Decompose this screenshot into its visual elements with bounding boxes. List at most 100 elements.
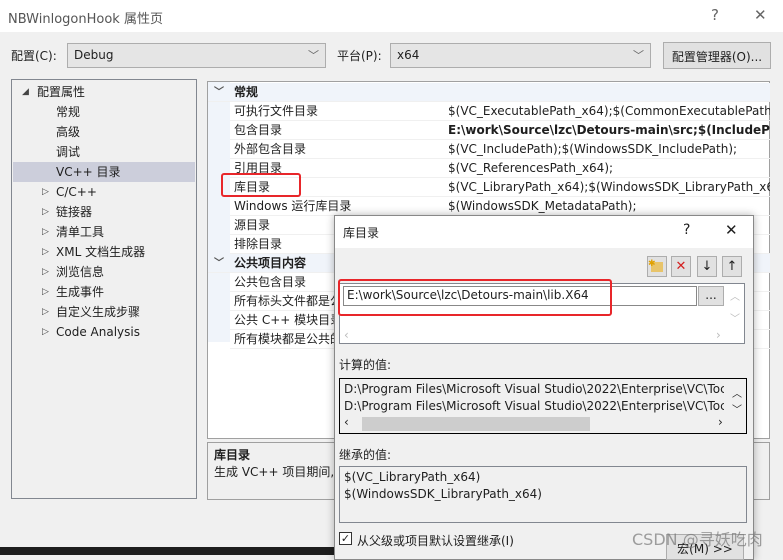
- tree-item[interactable]: 浏览信息: [56, 262, 104, 282]
- tree-item[interactable]: 高级: [56, 122, 80, 142]
- property-name: 源目录: [234, 218, 271, 232]
- taskbar-edge: [0, 547, 334, 555]
- config-label: 配置(C):: [11, 49, 57, 63]
- tree-item[interactable]: 常规: [56, 102, 80, 122]
- config-select[interactable]: Debug ﹀: [67, 43, 326, 68]
- property-value: $(WindowsSDK_MetadataPath);: [448, 199, 637, 213]
- tree-item[interactable]: Code Analysis: [56, 322, 140, 342]
- property-name: Windows 运行库目录: [234, 199, 352, 213]
- property-row[interactable]: 外部包含目录 $(VC_IncludePath);$(WindowsSDK_Inc…: [230, 140, 770, 159]
- scroll-left-icon[interactable]: ‹: [344, 328, 349, 342]
- scroll-up-icon[interactable]: ︿: [730, 288, 740, 303]
- property-value: $(VC_ReferencesPath_x64);: [448, 161, 614, 175]
- scroll-down-icon[interactable]: ﹀: [732, 401, 742, 416]
- new-line-button[interactable]: ✱: [647, 256, 667, 277]
- property-row[interactable]: 引用目录 $(VC_ReferencesPath_x64);: [230, 159, 770, 178]
- horizontal-scrollbar-thumb[interactable]: [362, 417, 590, 431]
- entry-highlight-box: [338, 279, 612, 316]
- tree-item[interactable]: 生成事件: [56, 282, 104, 302]
- chevron-down-icon: ﹀: [633, 49, 644, 62]
- tree-root[interactable]: 配置属性: [37, 82, 85, 102]
- config-value: Debug: [74, 48, 114, 62]
- property-value: $(VC_LibraryPath_x64);$(WindowsSDK_Libra…: [448, 180, 770, 194]
- property-row[interactable]: 包含目录 E:\work\Source\lzc\Detours-main\src;…: [230, 121, 770, 140]
- inherit-label: 从父级或项目默认设置继承(I): [357, 534, 514, 548]
- property-value: $(VC_ExecutablePath_x64);$(CommonExecuta…: [448, 104, 770, 118]
- evaluated-line: D:\Program Files\Microsoft Visual Studio…: [344, 399, 724, 413]
- collapse-icon[interactable]: ﹀: [214, 83, 224, 101]
- tree-item[interactable]: 调试: [56, 142, 80, 162]
- property-tree: ◢ 配置属性 常规 高级 调试 VC++ 目录 ▷ C/C++ ▷ 链接器 ▷ 清单工具 ▷ XML …: [11, 79, 197, 499]
- evaluated-list: D:\Program Files\Microsoft Visual Studio…: [339, 378, 747, 434]
- delete-button[interactable]: ✕: [671, 256, 691, 277]
- dialog-title-bar: 库目录 ? ✕: [335, 216, 753, 248]
- tree-item[interactable]: 自定义生成步骤: [56, 302, 140, 322]
- property-row[interactable]: 库目录 $(VC_LibraryPath_x64);$(WindowsSDK_Li…: [230, 178, 770, 197]
- expanded-icon: ◢: [22, 87, 29, 97]
- evaluated-label: 计算的值:: [339, 358, 392, 372]
- property-value: $(VC_IncludePath);$(WindowsSDK_IncludePa…: [448, 142, 738, 156]
- inherited-list: $(VC_LibraryPath_x64) $(WindowsSDK_Libra…: [339, 466, 747, 523]
- inherited-line: $(VC_LibraryPath_x64): [344, 470, 481, 484]
- property-name: 公共包含目录: [234, 275, 307, 289]
- expand-icon[interactable]: ▷: [42, 327, 49, 337]
- property-name: 包含目录: [234, 123, 283, 137]
- browse-button[interactable]: ...: [698, 286, 724, 306]
- inherited-label: 继承的值:: [339, 448, 392, 462]
- property-name: 外部包含目录: [234, 142, 307, 156]
- title-bar: NBWinlogonHook 属性页 ? ✕: [0, 0, 783, 32]
- tree-item[interactable]: 链接器: [56, 202, 92, 222]
- chevron-down-icon: ﹀: [308, 49, 319, 62]
- dialog-close-button[interactable]: ✕: [725, 221, 738, 239]
- property-value: E:\work\Source\lzc\Detours-main\src;$(In…: [448, 123, 770, 137]
- grid-gutter: [208, 82, 230, 342]
- tree-item[interactable]: C/C++: [56, 182, 97, 202]
- arrow-up-icon: ↑: [726, 259, 738, 274]
- scroll-up-icon[interactable]: ︿: [732, 385, 742, 400]
- property-row[interactable]: Windows 运行库目录 $(WindowsSDK_MetadataPath);: [230, 197, 770, 216]
- tree-item[interactable]: 清单工具: [56, 222, 104, 242]
- close-button[interactable]: ✕: [754, 6, 767, 24]
- platform-label: 平台(P):: [337, 49, 382, 63]
- library-directories-dialog: 库目录 ? ✕ ✱ ✕ ↓ ↑ E:\work\Source\lzc\Detou…: [334, 215, 754, 560]
- expand-icon[interactable]: ▷: [42, 227, 49, 237]
- highlight-box: [221, 173, 301, 197]
- inherited-line: $(WindowsSDK_LibraryPath_x64): [344, 487, 542, 501]
- watermark: CSDN @寻妖吃肉: [632, 530, 763, 549]
- property-row[interactable]: 可执行文件目录 $(VC_ExecutablePath_x64);$(Common…: [230, 102, 770, 121]
- dialog-title: 库目录: [343, 226, 380, 240]
- move-down-button[interactable]: ↓: [697, 256, 717, 277]
- inherit-checkbox[interactable]: ✓: [339, 532, 352, 545]
- move-up-button[interactable]: ↑: [722, 256, 742, 277]
- scroll-left-icon[interactable]: ‹: [344, 415, 349, 429]
- collapse-icon[interactable]: ﹀: [214, 254, 224, 272]
- new-folder-icon: ✱: [648, 259, 663, 272]
- property-name: 所有标头文件都是公: [234, 294, 343, 308]
- grid-category[interactable]: ﹀ 常规: [208, 83, 770, 102]
- category-title: 常规: [234, 85, 259, 99]
- evaluated-line: D:\Program Files\Microsoft Visual Studio…: [344, 382, 724, 396]
- expand-icon[interactable]: ▷: [42, 267, 49, 277]
- category-title: 公共项目内容: [234, 256, 307, 270]
- dialog-help-button[interactable]: ?: [683, 222, 690, 238]
- arrow-down-icon: ↓: [701, 259, 713, 274]
- scroll-right-icon[interactable]: ›: [716, 328, 721, 342]
- config-manager-button[interactable]: 配置管理器(O)...: [663, 42, 771, 69]
- window-title: NBWinlogonHook 属性页: [8, 12, 163, 27]
- expand-icon[interactable]: ▷: [42, 187, 49, 197]
- tree-item[interactable]: VC++ 目录: [56, 162, 121, 182]
- expand-icon[interactable]: ▷: [42, 307, 49, 317]
- expand-icon[interactable]: ▷: [42, 207, 49, 217]
- platform-select[interactable]: x64 ﹀: [390, 43, 651, 68]
- tree-item[interactable]: XML 文档生成器: [56, 242, 145, 262]
- scroll-down-icon[interactable]: ﹀: [730, 310, 740, 325]
- expand-icon[interactable]: ▷: [42, 247, 49, 257]
- property-name: 所有模块都是公共的: [234, 332, 343, 346]
- property-name: 公共 C++ 模块目录: [234, 313, 343, 327]
- property-name: 可执行文件目录: [234, 104, 319, 118]
- scroll-right-icon[interactable]: ›: [718, 415, 723, 429]
- property-name: 排除目录: [234, 237, 283, 251]
- help-button[interactable]: ?: [711, 6, 719, 24]
- expand-icon[interactable]: ▷: [42, 287, 49, 297]
- delete-icon: ✕: [675, 259, 687, 274]
